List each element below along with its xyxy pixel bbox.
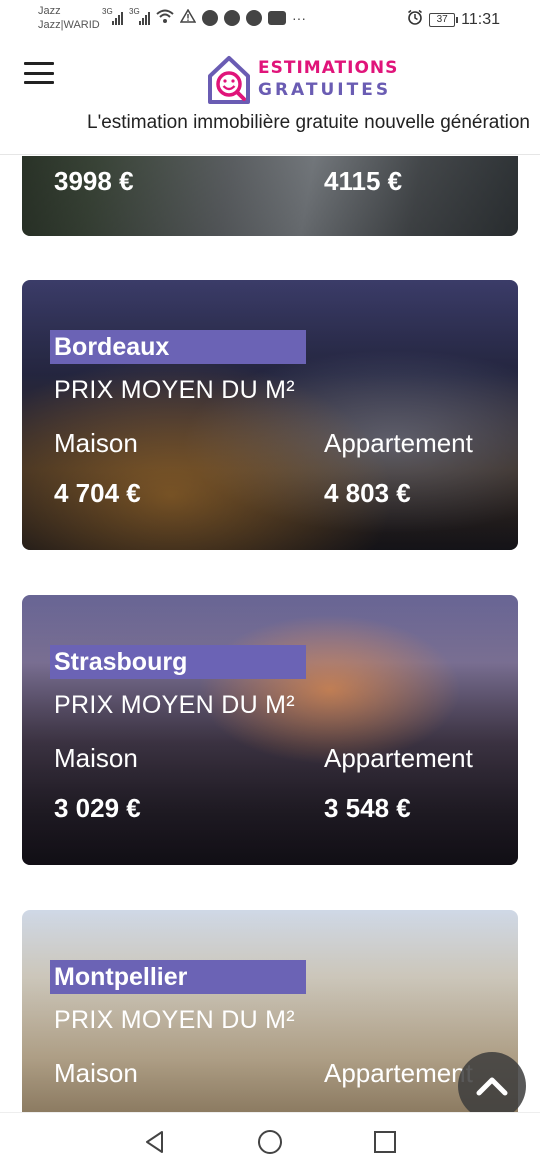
maison-label: Maison [54, 428, 138, 458]
city-card-montpellier[interactable]: Montpellier PRIX MOYEN DU M² Maison Appa… [22, 910, 518, 1112]
youtube-icon [268, 10, 286, 25]
signal-icon: 3G [102, 7, 123, 25]
warning-icon [179, 8, 197, 26]
maison-price: 4 704 € [54, 478, 141, 508]
prix-moyen-label: PRIX MOYEN DU M² [54, 691, 295, 719]
logo-line-1: ESTIMATIONS [258, 58, 399, 78]
back-triangle-icon[interactable] [142, 1129, 168, 1155]
maison-label: Maison [54, 1058, 138, 1088]
city-list: 3998 € 4115 € Bordeaux PRIX MOYEN DU M² … [0, 156, 540, 1112]
city-name: Montpellier [50, 960, 306, 994]
network-tag-2: 3G [129, 6, 140, 16]
media-play-icon [202, 9, 218, 26]
logo-line-2: GRATUITES [258, 80, 392, 100]
status-bar: Jazz Jazz|WARID 3G 3G ··· 37 11:31 [0, 0, 540, 38]
carrier-line-2: Jazz|WARID [38, 19, 100, 31]
system-navigation-bar [0, 1112, 540, 1170]
city-card-strasbourg[interactable]: Strasbourg PRIX MOYEN DU M² Maison Appar… [22, 595, 518, 865]
appartement-label: Appartement [324, 743, 473, 773]
prix-moyen-label: PRIX MOYEN DU M² [54, 376, 295, 404]
chevron-up-icon [476, 1077, 508, 1096]
network-tag: 3G [102, 6, 113, 16]
site-header: ESTIMATIONS GRATUITES L'estimation immob… [0, 38, 540, 155]
more-notifications-icon: ··· [292, 9, 306, 26]
app-notification-icon [224, 9, 240, 26]
home-circle-icon[interactable] [257, 1129, 283, 1155]
city-card-bordeaux[interactable]: Bordeaux PRIX MOYEN DU M² Maison Apparte… [22, 280, 518, 550]
alarm-icon [407, 9, 423, 30]
hamburger-icon[interactable] [24, 62, 54, 84]
maison-price: 3 029 € [54, 793, 141, 823]
city-name: Strasbourg [50, 645, 306, 679]
logo-house-icon [208, 56, 250, 104]
battery-icon: 37 [429, 12, 459, 27]
appartement-price: 3 548 € [324, 793, 411, 823]
maison-label: Maison [54, 743, 138, 773]
whatsapp-icon [246, 9, 262, 26]
appartement-price: 4115 € [324, 166, 403, 196]
scroll-to-top-button[interactable] [458, 1052, 526, 1120]
clock-time: 11:31 [461, 10, 500, 28]
appartement-label: Appartement [324, 428, 473, 458]
recents-square-icon[interactable] [372, 1129, 398, 1155]
signal-icon-2: 3G [129, 7, 150, 25]
city-name: Bordeaux [50, 330, 306, 364]
status-icons-right: 37 11:31 [407, 9, 500, 30]
maison-price: 3998 € [54, 166, 134, 196]
carrier-info: Jazz Jazz|WARID [38, 4, 100, 32]
prix-moyen-label: PRIX MOYEN DU M² [54, 1006, 295, 1034]
city-card[interactable]: 3998 € 4115 € [22, 156, 518, 236]
wifi-icon [156, 9, 174, 26]
appartement-label: Appartement [324, 1058, 473, 1088]
site-logo[interactable]: ESTIMATIONS GRATUITES [206, 52, 398, 106]
appartement-price: 4 803 € [324, 478, 411, 508]
site-tagline: L'estimation immobilière gratuite nouvel… [87, 112, 530, 133]
status-icons-left: 3G 3G ··· [102, 7, 306, 26]
carrier-line-1: Jazz [38, 5, 61, 17]
